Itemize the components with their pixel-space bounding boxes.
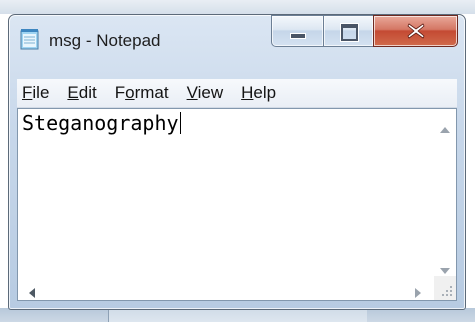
menu-format-label: rmat [134, 83, 169, 102]
resize-grip-icon[interactable] [434, 276, 456, 300]
menu-bar: File Edit Format View Help [17, 79, 457, 108]
menu-file-label: ile [32, 83, 50, 102]
menu-view-label: iew [197, 83, 224, 102]
menu-help[interactable]: Help [232, 79, 285, 107]
menu-edit[interactable]: Edit [58, 79, 105, 107]
maximize-icon [340, 23, 359, 42]
menu-edit-mnemonic: E [67, 83, 79, 102]
close-button[interactable] [373, 15, 458, 47]
menu-view-mnemonic: V [186, 83, 198, 102]
text-caret [179, 112, 181, 134]
menu-help-label: elp [253, 83, 277, 102]
menu-edit-label: dit [78, 83, 97, 102]
horizontal-scrollbar[interactable] [18, 276, 432, 300]
scroll-left-arrow-icon[interactable] [29, 283, 35, 302]
menu-help-mnemonic: H [241, 83, 254, 102]
minimize-icon [290, 33, 306, 39]
taskbar-strip [108, 308, 367, 322]
menu-file-mnemonic: F [22, 83, 33, 102]
text-editor[interactable]: Steganography [17, 108, 457, 301]
maximize-button[interactable] [323, 15, 373, 47]
menu-file[interactable]: File [17, 79, 58, 107]
scroll-right-arrow-icon[interactable] [415, 283, 421, 302]
window-title: msg - Notepad [49, 31, 161, 50]
notepad-window: msg - Notepad File Edit Format View Help… [8, 14, 466, 310]
menu-view[interactable]: View [178, 79, 233, 107]
notepad-icon[interactable] [20, 28, 40, 50]
desktop-background-top [0, 0, 475, 14]
minimize-button[interactable] [271, 15, 323, 47]
editor-content: Steganography [22, 111, 179, 135]
close-icon [374, 16, 457, 46]
menu-format-mnemonic: o [125, 83, 135, 102]
taskbar-area [0, 308, 475, 322]
vertical-scrollbar[interactable] [434, 109, 456, 275]
title-bar[interactable]: msg - Notepad [9, 15, 465, 71]
scroll-up-arrow-icon[interactable] [440, 118, 450, 137]
menu-format[interactable]: Format [106, 79, 178, 107]
menu-format-prefix: F [114, 83, 126, 102]
editor-text-area[interactable]: Steganography [20, 111, 432, 274]
